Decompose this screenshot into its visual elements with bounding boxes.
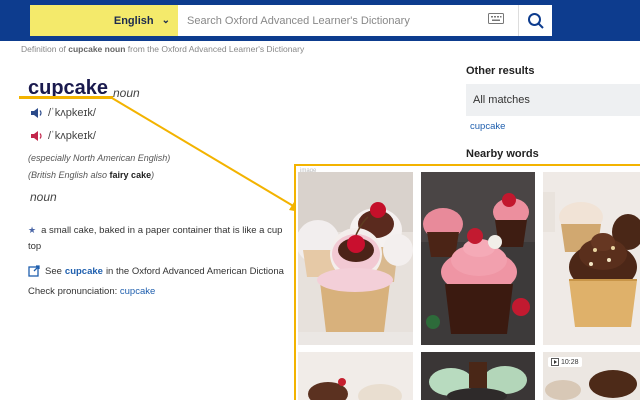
definition-suffix: from the Oxford Advanced Learner's Dicti… [127, 44, 305, 54]
pronunciation-uk-text: /ˈkʌpkeɪk/ [48, 107, 96, 119]
search-button[interactable] [518, 5, 552, 36]
external-link-icon [28, 265, 40, 277]
chevron-down-icon: ⌄ [161, 15, 170, 26]
nearby-words-heading: Nearby words [466, 148, 539, 160]
sense-text-continued: top [28, 241, 42, 252]
language-label: English [113, 14, 154, 27]
definition-source-line: Definition of cupcake noun from the Oxfo… [21, 44, 304, 54]
british-suffix: ) [151, 170, 155, 180]
keyboard-icon[interactable] [488, 13, 504, 24]
video-duration-badge: 10:28 [548, 357, 582, 367]
cupcake-image-4[interactable] [298, 352, 413, 400]
highlight-underline [19, 96, 113, 99]
result-link-cupcake[interactable]: cupcake [470, 121, 505, 132]
language-selector[interactable]: English ⌄ [30, 5, 178, 36]
speaker-icon-uk[interactable] [30, 107, 44, 119]
part-of-speech-secondary: noun [30, 190, 57, 204]
check-pronunciation: Check pronunciation: cupcake [28, 286, 155, 297]
check-pronunciation-link[interactable]: cupcake [120, 286, 155, 297]
cupcake-image-5[interactable] [421, 352, 535, 400]
sense-text: a small cake, baked in a paper container… [41, 225, 283, 236]
british-variant: (British English also fairy cake) [28, 170, 154, 180]
play-icon [551, 358, 559, 366]
search-placeholder: Search Oxford Advanced Learner's Diction… [187, 14, 410, 27]
search-input[interactable]: Search Oxford Advanced Learner's Diction… [178, 5, 518, 36]
check-label: Check pronunciation: [28, 286, 118, 297]
other-results-heading: Other results [466, 65, 535, 77]
search-icon [527, 12, 544, 29]
cupcake-image-3[interactable] [543, 172, 640, 345]
pronunciation-uk: /ˈkʌpkeɪk/ [30, 107, 96, 119]
british-term[interactable]: fairy cake [110, 170, 152, 180]
see-suffix: in the Oxford Advanced American Dictiona [105, 265, 284, 277]
see-also-line: See cupcake in the Oxford Advanced Ameri… [28, 265, 284, 277]
part-of-speech: noun [113, 86, 140, 100]
definition-term: cupcake noun [68, 44, 126, 54]
see-prefix: See [45, 265, 62, 277]
pronunciation-us: /ˈkʌpkeɪk/ [30, 130, 96, 142]
region-note: (especially North American English) [28, 153, 171, 163]
cupcake-image-2[interactable] [421, 172, 535, 345]
all-matches-tab[interactable]: All matches [466, 84, 640, 116]
video-duration: 10:28 [561, 358, 579, 366]
speaker-icon-us[interactable] [30, 130, 44, 142]
all-matches-label: All matches [473, 94, 530, 106]
pronunciation-us-text: /ˈkʌpkeɪk/ [48, 130, 96, 142]
british-prefix: (British English also [28, 170, 108, 180]
see-link[interactable]: cupcake [65, 266, 103, 277]
cupcake-image-1[interactable] [298, 172, 413, 345]
definition-prefix: Definition of [21, 44, 66, 54]
sense-definition: ★ a small cake, baked in a paper containe… [28, 222, 294, 255]
star-icon: ★ [28, 225, 37, 235]
